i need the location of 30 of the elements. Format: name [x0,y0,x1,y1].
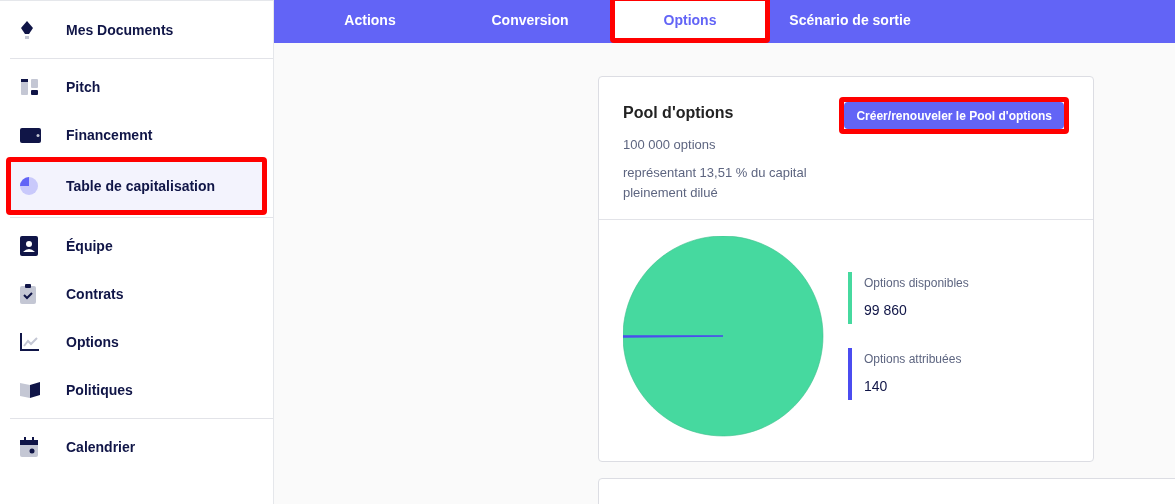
sidebar-item[interactable]: Financement [0,111,273,159]
sidebar-item[interactable]: Pitch [0,63,273,111]
tab[interactable]: Scénario de sortie [770,0,930,40]
card-title: Pool d'options [623,103,735,123]
legend-label: Options disponibles [864,275,969,292]
capital-share: représentant 13,51 % du capital pleinement dilué [623,163,808,202]
sidebar-item[interactable]: Table de capitalisation [11,162,262,210]
book-icon [20,382,40,398]
pie-chart-icon [20,177,38,195]
options-count: 100 000 options [623,136,717,154]
wallet-icon [20,127,42,143]
tab[interactable]: Conversion [450,0,610,40]
pen-nib-icon [20,20,34,40]
user-card-icon [20,236,38,256]
clipboard-check-icon [20,284,36,304]
tab[interactable]: Actions [290,0,450,40]
sidebar-item[interactable]: Contrats [0,270,273,318]
sidebar-item[interactable]: Options [0,318,273,366]
sidebar-item[interactable]: Calendrier [0,423,273,471]
layout-icon [20,78,40,96]
legend-value: 99 860 [864,301,908,320]
sidebar-item[interactable]: Mes Documents [0,6,273,54]
legend-value: 140 [864,377,889,396]
sidebar-item[interactable]: Équipe [0,222,273,270]
legend-label: Options attribuées [864,351,962,368]
line-chart-icon [20,333,40,351]
create-pool-button[interactable]: Créer/renouveler le Pool d'options [844,102,1064,129]
calendar-icon [20,437,38,457]
sidebar-item[interactable]: Politiques [0,366,273,414]
tab[interactable]: Options [615,1,765,38]
